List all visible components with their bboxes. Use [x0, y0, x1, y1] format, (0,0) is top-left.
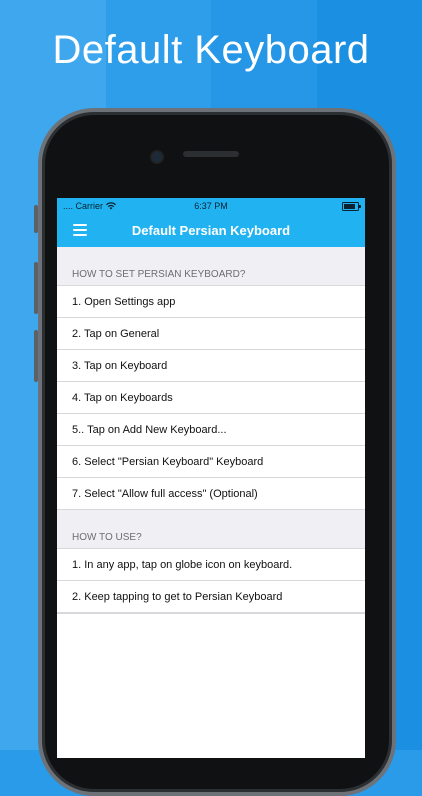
list-item[interactable]: 4. Tap on Keyboards — [57, 382, 365, 414]
list-item[interactable]: 6. Select "Persian Keyboard" Keyboard — [57, 446, 365, 478]
battery-icon — [342, 202, 361, 211]
list-item[interactable]: 1. In any app, tap on globe icon on keyb… — [57, 549, 365, 581]
hamburger-icon[interactable] — [73, 224, 87, 236]
list-item[interactable]: 3. Tap on Keyboard — [57, 350, 365, 382]
nav-bar: Default Persian Keyboard — [57, 214, 365, 247]
front-camera — [150, 150, 164, 164]
section-header: HOW TO SET PERSIAN KEYBOARD? — [72, 269, 246, 280]
nav-title: Default Persian Keyboard — [131, 223, 291, 238]
empty-area — [57, 613, 365, 758]
list-item[interactable]: 1. Open Settings app — [57, 286, 365, 318]
list-item[interactable]: 2. Tap on General — [57, 318, 365, 350]
instruction-list: 1. Open Settings app 2. Tap on General 3… — [57, 285, 365, 510]
earpiece-speaker — [183, 151, 239, 157]
section-how-to-use: HOW TO USE? 1. In any app, tap on globe … — [57, 510, 365, 613]
status-time: 6:37 PM — [194, 201, 228, 211]
list-item[interactable]: 7. Select "Allow full access" (Optional) — [57, 478, 365, 510]
list-item[interactable]: 2. Keep tapping to get to Persian Keyboa… — [57, 581, 365, 613]
phone-screen: .... Carrier 6:37 PM Default Persian Key… — [57, 198, 365, 758]
usage-list: 1. In any app, tap on globe icon on keyb… — [57, 548, 365, 613]
section-header: HOW TO USE? — [72, 532, 142, 543]
list-item[interactable]: 5.. Tap on Add New Keyboard... — [57, 414, 365, 446]
section-set-keyboard: HOW TO SET PERSIAN KEYBOARD? 1. Open Set… — [57, 247, 365, 510]
headline: Default Keyboard — [52, 28, 370, 72]
status-bar: .... Carrier 6:37 PM — [57, 198, 365, 214]
